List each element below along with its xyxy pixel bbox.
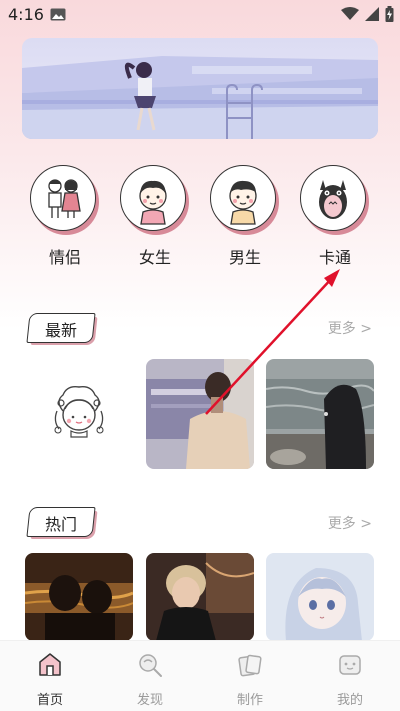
nav-discover[interactable]: 发现 xyxy=(110,651,190,708)
category-boy[interactable]: 男生 xyxy=(205,165,285,268)
latest-thumb-sea-hoodie[interactable] xyxy=(266,359,374,469)
section-title-text: 热门 xyxy=(44,515,77,534)
totoro-icon xyxy=(319,180,347,219)
category-label: 卡通 xyxy=(318,248,351,267)
section-title-hot: 热门 xyxy=(26,507,98,539)
category-label: 男生 xyxy=(228,248,261,267)
nav-label: 首页 xyxy=(36,693,63,708)
profile-icon xyxy=(339,655,361,675)
category-girl[interactable]: 女生 xyxy=(115,165,195,268)
boy-icon xyxy=(229,180,257,225)
wifi-icon xyxy=(341,7,359,20)
banner-image[interactable] xyxy=(22,38,378,139)
hot-thumb-blond-boy[interactable] xyxy=(146,553,254,641)
category-row: 情侣 女生 男生 卡通 xyxy=(0,165,400,275)
latest-thumb-cartoon-girl[interactable] xyxy=(25,359,133,469)
nav-label: 制作 xyxy=(236,693,263,708)
hot-thumb-anime-girl[interactable] xyxy=(266,553,374,641)
signal-icon xyxy=(365,7,379,21)
category-couple[interactable]: 情侣 xyxy=(25,165,105,268)
make-icon xyxy=(238,654,262,677)
home-icon xyxy=(39,653,61,676)
category-label: 女生 xyxy=(138,248,171,267)
bottom-nav: 首页 发现 制作 我的 xyxy=(0,640,400,711)
nav-make[interactable]: 制作 xyxy=(210,651,290,708)
category-label: 情侣 xyxy=(48,248,81,267)
hot-thumb-sunset-couple[interactable] xyxy=(25,553,133,641)
section-title-latest: 最新 xyxy=(26,313,98,345)
girl-icon xyxy=(139,180,167,225)
hot-more-link[interactable]: 更多 > xyxy=(328,513,372,533)
couple-icon xyxy=(48,179,81,218)
image-notification-icon xyxy=(50,8,66,21)
section-title-text: 最新 xyxy=(44,321,77,340)
nav-profile[interactable]: 我的 xyxy=(310,651,390,708)
nav-home[interactable]: 首页 xyxy=(10,651,90,708)
status-bar: 4:16 xyxy=(0,0,400,30)
latest-more-link[interactable]: 更多 > xyxy=(328,318,372,338)
status-time: 4:16 xyxy=(8,5,44,24)
nav-label: 发现 xyxy=(136,693,163,708)
category-cartoon[interactable]: 卡通 xyxy=(295,165,375,268)
nav-label: 我的 xyxy=(336,693,363,708)
latest-thumb-boy-window[interactable] xyxy=(146,359,254,469)
battery-icon xyxy=(385,6,394,22)
discover-icon xyxy=(139,654,162,677)
